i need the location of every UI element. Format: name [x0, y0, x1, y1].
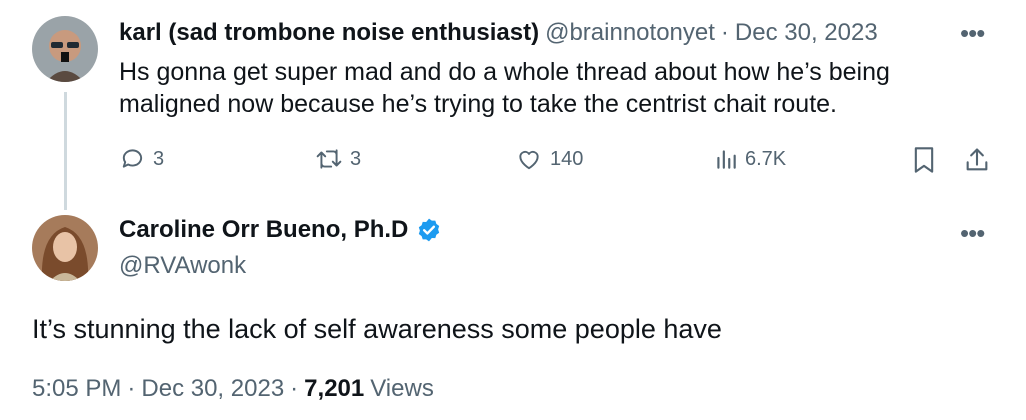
views-icon	[717, 150, 736, 169]
tweet-text: Hs gonna get super mad and do a whole th…	[119, 56, 890, 120]
separator: ·	[290, 375, 299, 402]
retweet-icon	[316, 149, 342, 169]
tweet-time[interactable]: 5:05 PM	[32, 375, 121, 403]
like-icon	[519, 150, 539, 170]
tweet-text-line: Hs gonna get super mad and do a whole th…	[119, 58, 890, 86]
reply-button[interactable]: 3	[119, 146, 164, 172]
reply-icon	[122, 149, 143, 168]
separator: ·	[720, 19, 729, 46]
author-handle[interactable]: @RVAwonk	[119, 252, 246, 280]
views-count: 6.7K	[745, 147, 787, 170]
thread-line	[64, 92, 67, 210]
tweet-text-line: maligned now because he’s trying to take…	[119, 90, 838, 118]
tweet-date[interactable]: Dec 30, 2023	[735, 19, 878, 47]
view-count: 7,201	[304, 375, 365, 402]
reply-count: 3	[153, 147, 165, 170]
views-label: Views	[370, 375, 434, 402]
retweet-button[interactable]: 3	[314, 146, 361, 172]
share-icon[interactable]	[963, 146, 991, 179]
tweet-date[interactable]: Dec 30, 2023	[141, 375, 284, 403]
more-icon[interactable]: •••	[960, 20, 985, 46]
avatar[interactable]	[32, 215, 98, 281]
separator: ·	[127, 375, 136, 402]
like-button[interactable]: 140	[514, 146, 583, 172]
verified-badge-icon	[419, 218, 440, 242]
retweet-count: 3	[350, 147, 362, 170]
tweet-meta: 5:05 PM · Dec 30, 2023 · 7,201 Views	[32, 375, 434, 403]
more-icon[interactable]: •••	[960, 220, 985, 246]
tweet-text: It’s stunning the lack of self awareness…	[32, 314, 722, 344]
avatar[interactable]	[32, 16, 98, 82]
author-name[interactable]: Caroline Orr Bueno, Ph.D	[119, 216, 408, 244]
views-button[interactable]: 6.7K	[713, 146, 786, 172]
author-name[interactable]: karl (sad trombone noise enthusiast)	[119, 19, 539, 47]
like-count: 140	[550, 147, 584, 170]
bookmark-icon[interactable]	[912, 146, 936, 179]
author-handle[interactable]: @brainnotonyet	[545, 19, 715, 47]
